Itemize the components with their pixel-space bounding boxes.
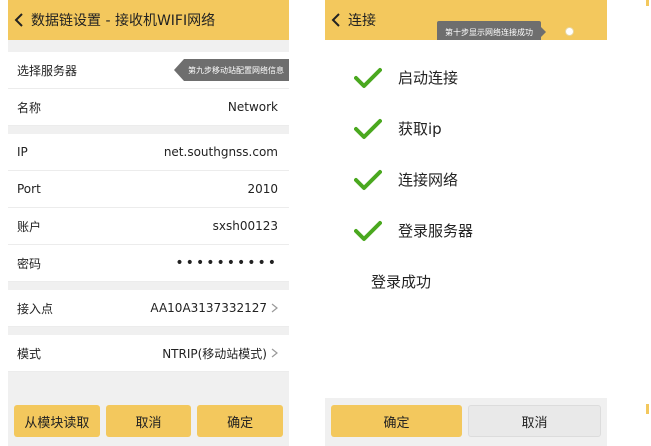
chevron-left-icon[interactable] [14, 13, 28, 27]
page-title: 数据链设置 - 接收机WIFI网络 [31, 13, 216, 29]
select-server-row[interactable]: 选择服务器 第九步移动站配置网络信息 [8, 52, 289, 89]
account-label: 账户 [17, 219, 42, 234]
page-title: 连接 [348, 13, 376, 29]
chevron-left-icon[interactable] [331, 13, 345, 27]
chevron-right-icon [271, 348, 278, 358]
mode-list: 模式 NTRIP(移动站模式) [8, 335, 289, 372]
check-icon [354, 67, 382, 89]
tooltip-anchor-dot [565, 27, 574, 36]
ok-button[interactable]: 确定 [331, 405, 462, 437]
divider-gap [8, 327, 289, 335]
step-label: 获取ip [398, 120, 442, 138]
mountpoint-row[interactable]: 接入点 AA10A3137332127 [8, 290, 289, 327]
datalink-settings-screen: 数据链设置 - 接收机WIFI网络 选择服务器 第九步移动站配置网络信息 名称 … [8, 0, 289, 446]
edge-mark [646, 404, 649, 414]
step-label: 连接网络 [398, 171, 459, 189]
mode-label: 模式 [17, 346, 42, 361]
step-label: 启动连接 [398, 69, 459, 87]
port-value: 2010 [247, 182, 278, 196]
name-label: 名称 [17, 100, 42, 115]
check-icon [354, 220, 382, 242]
port-label: Port [17, 182, 41, 196]
step-item: 连接网络 [325, 154, 607, 205]
mode-row[interactable]: 模式 NTRIP(移动站模式) [8, 335, 289, 372]
login-success-text: 登录成功 [371, 273, 432, 291]
connection-list: IP net.southgnss.com Port 2010 账户 sxsh00… [8, 134, 289, 282]
bottom-button-bar: 从模块读取 取消 确定 [8, 400, 289, 446]
password-value: •••••••••• [175, 255, 278, 271]
password-row[interactable]: 密码 •••••••••• [8, 245, 289, 282]
mode-value: NTRIP(移动站模式) [162, 346, 267, 361]
account-row[interactable]: 账户 sxsh00123 [8, 208, 289, 245]
cancel-button[interactable]: 取消 [105, 405, 192, 437]
step-label: 登录服务器 [398, 222, 474, 240]
ip-row[interactable]: IP net.southgnss.com [8, 134, 289, 171]
step-item: 登录服务器 [325, 205, 607, 256]
password-label: 密码 [17, 256, 42, 271]
divider-gap [8, 282, 289, 290]
chevron-right-icon [271, 303, 278, 313]
step-nine-tooltip: 第九步移动站配置网络信息 [174, 59, 289, 81]
bottom-button-bar: 确定 取消 [325, 400, 607, 446]
mountpoint-label: 接入点 [17, 301, 54, 316]
connect-screen: 连接 第十步显示网络连接成功 启动连接 获取ip 连接网络 登录服务器 登录成功… [325, 0, 607, 446]
ip-value: net.southgnss.com [163, 145, 278, 159]
divider-gap [8, 126, 289, 134]
port-row[interactable]: Port 2010 [8, 171, 289, 208]
top-bar: 数据链设置 - 接收机WIFI网络 [8, 0, 289, 40]
mode-value-wrap: NTRIP(移动站模式) [162, 345, 278, 362]
name-row[interactable]: 名称 Network [8, 89, 289, 126]
step-item: 启动连接 [325, 52, 607, 103]
read-from-module-button[interactable]: 从模块读取 [14, 405, 100, 437]
spacer [8, 40, 289, 52]
mountpoint-list: 接入点 AA10A3137332127 [8, 290, 289, 327]
mountpoint-value: AA10A3137332127 [150, 301, 267, 315]
account-value: sxsh00123 [212, 219, 278, 233]
cancel-button[interactable]: 取消 [468, 405, 601, 437]
connection-steps: 启动连接 获取ip 连接网络 登录服务器 登录成功 [325, 40, 607, 398]
settings-list: 选择服务器 第九步移动站配置网络信息 名称 Network [8, 52, 289, 126]
step-item: 获取ip [325, 103, 607, 154]
check-icon [354, 169, 382, 191]
name-value: Network [227, 100, 278, 114]
mountpoint-value-wrap: AA10A3137332127 [150, 301, 278, 315]
edge-mark [646, 0, 649, 6]
check-icon [354, 118, 382, 140]
ip-label: IP [17, 145, 28, 159]
select-server-label: 选择服务器 [17, 63, 78, 78]
ok-button[interactable]: 确定 [197, 405, 284, 437]
